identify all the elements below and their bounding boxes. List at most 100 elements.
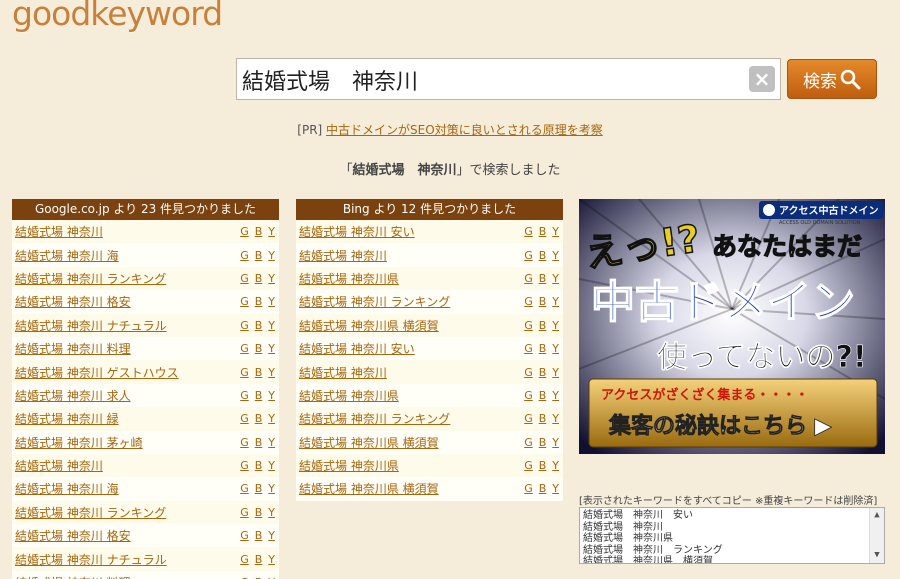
engine-link-y[interactable]: Y	[552, 389, 559, 402]
engine-link-b[interactable]: B	[539, 412, 547, 425]
engine-link-g[interactable]: G	[240, 366, 249, 379]
engine-link-y[interactable]: Y	[552, 342, 559, 355]
copy-scrollbar[interactable]: ▲ ▼	[869, 508, 884, 563]
keyword-link[interactable]: 結婚式場 神奈川 安い	[299, 340, 415, 357]
keyword-link[interactable]: 結婚式場 神奈川 ランキング	[15, 270, 166, 287]
keyword-link[interactable]: 結婚式場 神奈川	[15, 223, 103, 240]
engine-link-b[interactable]: B	[539, 272, 547, 285]
engine-link-g[interactable]: G	[524, 272, 533, 285]
engine-link-b[interactable]: B	[255, 412, 263, 425]
logo[interactable]: goodkeyword	[12, 0, 223, 33]
engine-link-b[interactable]: B	[255, 342, 263, 355]
engine-link-y[interactable]: Y	[268, 412, 275, 425]
engine-link-y[interactable]: Y	[268, 459, 275, 472]
engine-link-b[interactable]: B	[255, 389, 263, 402]
engine-link-y[interactable]: Y	[268, 553, 275, 566]
engine-link-y[interactable]: Y	[268, 506, 275, 519]
engine-link-g[interactable]: G	[524, 459, 533, 472]
engine-link-g[interactable]: G	[524, 295, 533, 308]
engine-link-g[interactable]: G	[240, 319, 249, 332]
engine-link-g[interactable]: G	[240, 342, 249, 355]
keyword-link[interactable]: 結婚式場 神奈川 緑	[15, 410, 119, 427]
engine-link-b[interactable]: B	[539, 319, 547, 332]
engine-link-b[interactable]: B	[255, 225, 263, 238]
scroll-up-icon[interactable]: ▲	[870, 510, 884, 522]
engine-link-b[interactable]: B	[539, 366, 547, 379]
engine-link-b[interactable]: B	[255, 506, 263, 519]
keyword-link[interactable]: 結婚式場 神奈川	[299, 364, 387, 381]
engine-link-y[interactable]: Y	[268, 249, 275, 262]
ad-banner[interactable]: アクセス中古ドメイン ACCESS OLD DOMAIN SOLUTION えっ…	[579, 199, 885, 454]
engine-link-g[interactable]: G	[240, 389, 249, 402]
keyword-link[interactable]: 結婚式場 神奈川県 横須賀	[299, 317, 439, 334]
keyword-link[interactable]: 結婚式場 神奈川 海	[15, 247, 119, 264]
engine-link-y[interactable]: Y	[552, 459, 559, 472]
engine-link-b[interactable]: B	[539, 436, 547, 449]
engine-link-y[interactable]: Y	[268, 319, 275, 332]
keyword-link[interactable]: 結婚式場 神奈川 ナチュラル	[15, 317, 167, 334]
engine-link-b[interactable]: B	[539, 389, 547, 402]
clear-icon[interactable]: ×	[749, 66, 775, 92]
engine-link-b[interactable]: B	[255, 482, 263, 495]
engine-link-b[interactable]: B	[255, 319, 263, 332]
engine-link-y[interactable]: Y	[268, 389, 275, 402]
engine-link-b[interactable]: B	[539, 225, 547, 238]
keyword-link[interactable]: 結婚式場 神奈川 ナチュラル	[15, 551, 167, 568]
engine-link-g[interactable]: G	[524, 436, 533, 449]
engine-link-g[interactable]: G	[524, 225, 533, 238]
engine-link-y[interactable]: Y	[552, 366, 559, 379]
keyword-link[interactable]: 結婚式場 神奈川県	[299, 270, 399, 287]
engine-link-b[interactable]: B	[539, 342, 547, 355]
engine-link-b[interactable]: B	[539, 295, 547, 308]
engine-link-g[interactable]: G	[524, 249, 533, 262]
engine-link-y[interactable]: Y	[552, 436, 559, 449]
keyword-link[interactable]: 結婚式場 神奈川 ランキング	[299, 293, 450, 310]
engine-link-y[interactable]: Y	[552, 482, 559, 495]
engine-link-g[interactable]: G	[524, 319, 533, 332]
engine-link-y[interactable]: Y	[552, 295, 559, 308]
engine-link-g[interactable]: G	[240, 482, 249, 495]
keyword-link[interactable]: 結婚式場 神奈川 求人	[15, 387, 131, 404]
keyword-link[interactable]: 結婚式場 神奈川 料理	[15, 574, 131, 579]
search-input[interactable]	[236, 58, 781, 100]
scroll-down-icon[interactable]: ▼	[870, 550, 884, 562]
engine-link-y[interactable]: Y	[268, 436, 275, 449]
engine-link-g[interactable]: G	[240, 506, 249, 519]
engine-link-g[interactable]: G	[240, 459, 249, 472]
engine-link-g[interactable]: G	[524, 366, 533, 379]
engine-link-b[interactable]: B	[539, 482, 547, 495]
engine-link-y[interactable]: Y	[268, 225, 275, 238]
engine-link-b[interactable]: B	[255, 459, 263, 472]
keyword-link[interactable]: 結婚式場 神奈川県 横須賀	[299, 434, 439, 451]
pr-link[interactable]: 中古ドメインがSEO対策に良いとされる原理を考察	[326, 123, 603, 137]
keyword-link[interactable]: 結婚式場 神奈川 格安	[15, 293, 131, 310]
engine-link-b[interactable]: B	[255, 272, 263, 285]
engine-link-y[interactable]: Y	[268, 366, 275, 379]
engine-link-y[interactable]: Y	[268, 529, 275, 542]
engine-link-b[interactable]: B	[255, 366, 263, 379]
keyword-link[interactable]: 結婚式場 神奈川	[15, 457, 103, 474]
engine-link-y[interactable]: Y	[552, 249, 559, 262]
engine-link-b[interactable]: B	[255, 553, 263, 566]
engine-link-g[interactable]: G	[240, 272, 249, 285]
keyword-link[interactable]: 結婚式場 神奈川 安い	[299, 223, 415, 240]
engine-link-g[interactable]: G	[524, 389, 533, 402]
engine-link-g[interactable]: G	[240, 412, 249, 425]
engine-link-g[interactable]: G	[240, 553, 249, 566]
keyword-link[interactable]: 結婚式場 神奈川 料理	[15, 340, 131, 357]
engine-link-g[interactable]: G	[524, 482, 533, 495]
engine-link-y[interactable]: Y	[552, 412, 559, 425]
engine-link-b[interactable]: B	[255, 529, 263, 542]
keyword-link[interactable]: 結婚式場 神奈川 海	[15, 480, 119, 497]
engine-link-b[interactable]: B	[255, 436, 263, 449]
engine-link-y[interactable]: Y	[552, 225, 559, 238]
keyword-link[interactable]: 結婚式場 神奈川県	[299, 387, 399, 404]
keyword-link[interactable]: 結婚式場 神奈川 ランキング	[15, 504, 166, 521]
engine-link-g[interactable]: G	[240, 529, 249, 542]
search-button[interactable]: 検索	[787, 59, 877, 99]
engine-link-y[interactable]: Y	[552, 319, 559, 332]
keyword-link[interactable]: 結婚式場 神奈川県 横須賀	[299, 480, 439, 497]
engine-link-b[interactable]: B	[539, 249, 547, 262]
engine-link-y[interactable]: Y	[268, 482, 275, 495]
engine-link-g[interactable]: G	[240, 436, 249, 449]
